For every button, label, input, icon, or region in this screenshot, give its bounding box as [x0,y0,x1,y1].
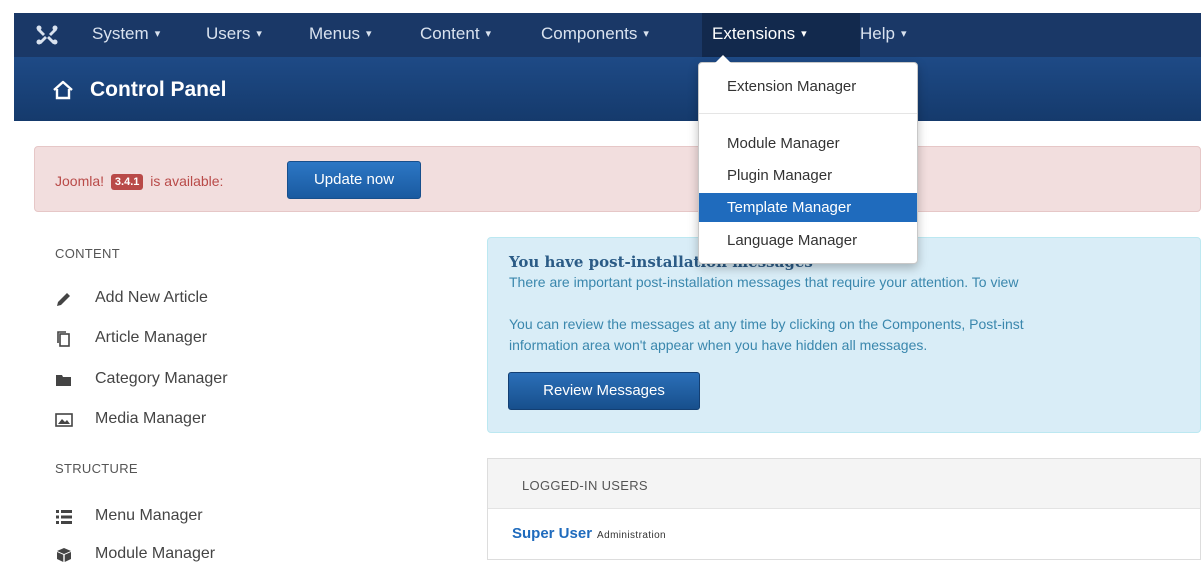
menu-item-template-manager[interactable]: Template Manager [699,193,917,222]
update-message: Joomla! 3.4.1 is available: [55,173,224,190]
extensions-dropdown-menu: Extension Manager Module Manager Plugin … [698,55,918,264]
logged-in-users-panel: LOGGED-IN USERS Super User Administration [487,458,1201,560]
pencil-icon [57,293,70,306]
page-header: Control Panel [14,57,1201,121]
list-icon [56,510,72,524]
top-navbar: System ▾ Users ▾ Menus ▾ Content ▾ Component… [14,13,1201,57]
user-row: Super User Administration [512,525,666,543]
review-messages-button[interactable]: Review Messages [508,372,700,410]
nav-help[interactable]: Help ▾ [860,24,907,44]
update-now-button[interactable]: Update now [287,161,421,199]
nav-users[interactable]: Users ▾ [206,24,262,44]
content-section-heading: CONTENT [55,246,120,261]
update-alert: Joomla! 3.4.1 is available: Update now [34,146,1201,212]
caret-down-icon: ▾ [366,28,372,40]
menu-item-extension-manager[interactable]: Extension Manager [699,72,917,101]
caret-down-icon: ▾ [900,28,907,40]
messages-text-2: You can review the messages at any time … [509,316,1024,353]
menu-item-language-manager[interactable]: Language Manager [699,226,917,255]
caret-down-icon: ▾ [256,28,262,40]
menu-divider [699,113,917,114]
user-name-link[interactable]: Super User [512,525,592,542]
caret-down-icon: ▾ [801,28,807,40]
nav-components[interactable]: Components ▾ [541,24,649,44]
user-role: Administration [597,530,667,541]
folder-icon [56,375,71,386]
caret-down-icon: ▾ [485,28,492,40]
menu-item-plugin-manager[interactable]: Plugin Manager [699,161,917,190]
cube-icon [57,548,71,562]
caret-down-icon: ▾ [154,28,161,40]
nav-menus[interactable]: Menus ▾ [309,24,372,44]
nav-system[interactable]: System ▾ [92,24,160,44]
image-icon [55,413,73,427]
page-title: Control Panel [90,78,227,101]
caret-down-icon: ▾ [643,28,649,40]
dropdown-arrow [715,55,731,63]
nav-extensions[interactable]: Extensions ▾ [712,24,807,44]
joomla-logo-icon[interactable] [36,24,58,46]
copy-icon [57,331,70,347]
version-badge: 3.4.1 [110,174,144,190]
nav-content[interactable]: Content ▾ [420,24,491,44]
menu-item-module-manager[interactable]: Module Manager [699,129,917,158]
logged-in-users-heading: LOGGED-IN USERS [522,478,648,493]
structure-section-heading: STRUCTURE [55,461,138,476]
post-install-messages: You have post-installation messages Ther… [487,237,1201,433]
home-icon [53,80,73,100]
messages-text-1: There are important post-installation me… [509,274,1019,290]
logged-in-users-header: LOGGED-IN USERS [488,459,1200,509]
